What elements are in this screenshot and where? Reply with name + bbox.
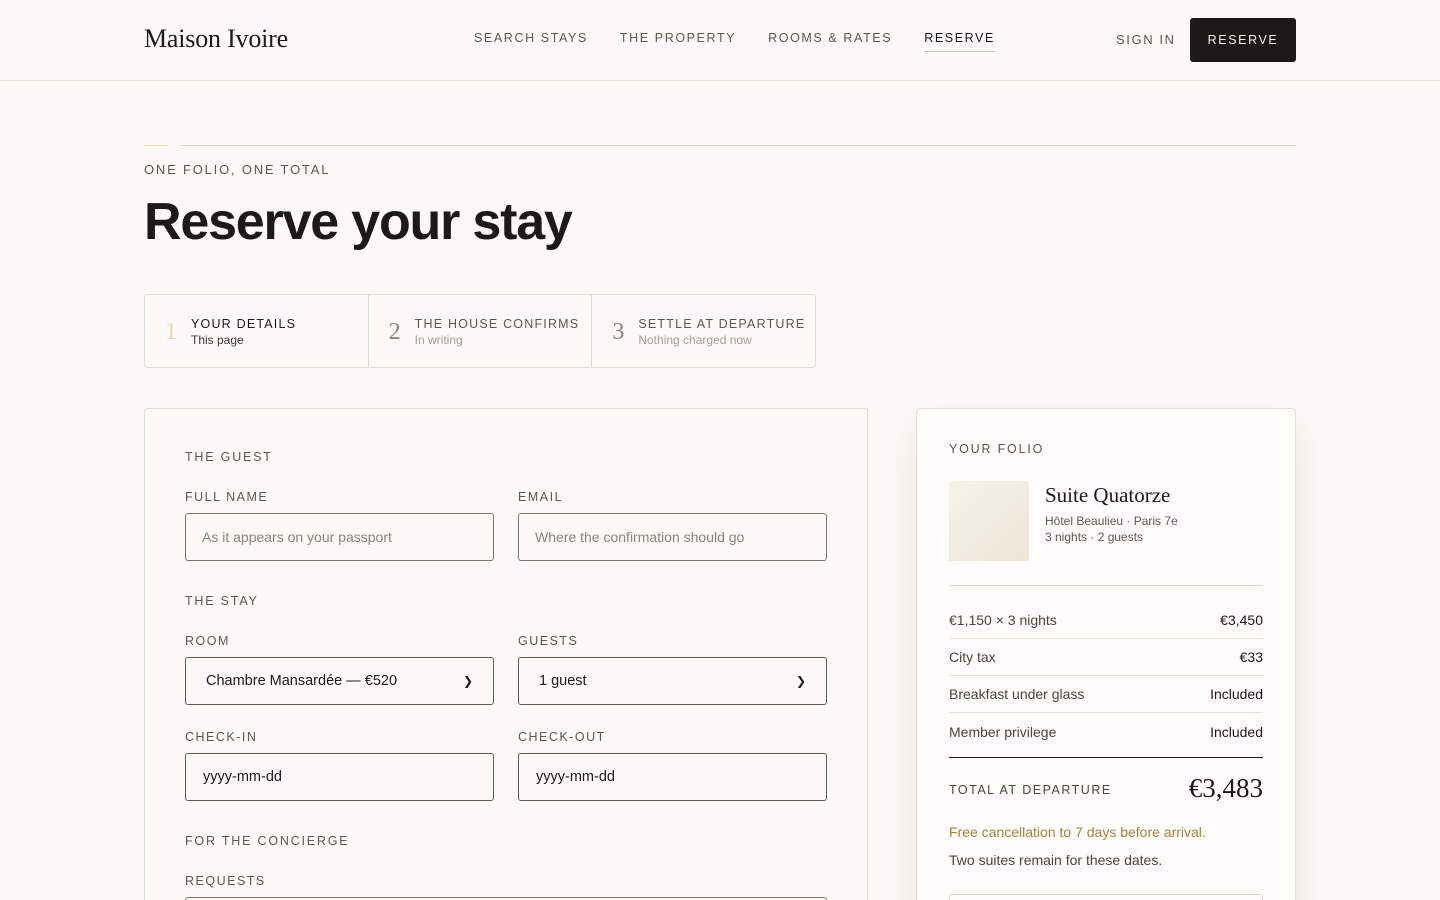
guests-select[interactable]: 1 guest ❯	[518, 657, 827, 705]
top-navigation-bar: Maison Ivoire SEARCH STAYS THE PROPERTY …	[0, 0, 1440, 81]
sign-in-link[interactable]: SIGN IN	[1116, 32, 1176, 47]
suite-hotel: Hôtel Beaulieu · Paris 7e	[1045, 514, 1178, 528]
folio-line-breakfast: Breakfast under glass Included	[949, 676, 1263, 713]
nav-reserve[interactable]: RESERVE	[924, 31, 995, 52]
total-rule	[949, 757, 1263, 758]
step-house-confirms: 2 THE HOUSE CONFIRMS In writing	[369, 295, 593, 367]
folio-eyebrow: YOUR FOLIO	[949, 442, 1045, 456]
email-input[interactable]	[518, 513, 827, 561]
suite-thumbnail	[949, 481, 1029, 561]
suite-stay-summary: 3 nights · 2 guests	[1045, 530, 1144, 544]
line-value: Included	[1210, 686, 1263, 702]
guests-label: GUESTS	[518, 634, 579, 648]
page-title: Reserve your stay	[144, 193, 573, 251]
hero-rule-accent	[144, 145, 168, 146]
full-name-label: FULL NAME	[185, 490, 269, 504]
step-number: 2	[388, 319, 401, 345]
step-number: 1	[165, 319, 177, 345]
room-select-value: Chambre Mansardée — €520	[206, 673, 398, 689]
nav-the-property[interactable]: THE PROPERTY	[620, 31, 736, 52]
brand-logo[interactable]: Maison Ivoire	[144, 24, 288, 54]
check-in-input[interactable]: yyyy-mm-dd	[185, 753, 494, 801]
suite-name: Suite Quatorze	[1045, 483, 1171, 507]
step-label: SETTLE AT DEPARTURE	[638, 317, 806, 331]
requests-label: REQUESTS	[185, 874, 266, 888]
booking-steps: 1 YOUR DETAILS This page 2 THE HOUSE CON…	[144, 294, 816, 368]
line-value: €33	[1239, 649, 1263, 665]
reservation-form: THE GUEST FULL NAME EMAIL THE STAY ROOM …	[144, 408, 868, 900]
folio-line-room: €1,150 × 3 nights €3,450	[949, 602, 1263, 639]
nav-rooms-rates[interactable]: ROOMS & RATES	[768, 31, 892, 52]
line-label: Breakfast under glass	[949, 686, 1085, 702]
step-label: THE HOUSE CONFIRMS	[414, 317, 580, 331]
room-label: ROOM	[185, 634, 230, 648]
check-out-input[interactable]: yyyy-mm-dd	[518, 753, 827, 801]
nav-search-stays[interactable]: SEARCH STAYS	[474, 31, 588, 52]
email-label: EMAIL	[518, 490, 564, 504]
full-name-input[interactable]	[185, 513, 494, 561]
folio-divider	[949, 585, 1263, 586]
step-number: 3	[612, 319, 625, 345]
total-value: €3,483	[1188, 773, 1263, 803]
step-settle-at-departure: 3 SETTLE AT DEPARTURE Nothing charged no…	[592, 295, 815, 367]
check-in-label: CHECK-IN	[185, 730, 258, 744]
hero-eyebrow: ONE FOLIO, ONE TOTAL	[144, 162, 331, 177]
folio-summary: YOUR FOLIO Suite Quatorze Hôtel Beaulieu…	[916, 408, 1296, 900]
step-your-details: 1 YOUR DETAILS This page	[145, 295, 369, 367]
concierge-section-label: FOR THE CONCIERGE	[185, 834, 350, 848]
folio-line-city-tax: City tax €33	[949, 639, 1263, 676]
room-select[interactable]: Chambre Mansardée — €520 ❯	[185, 657, 494, 705]
stay-section-label: THE STAY	[185, 594, 259, 608]
step-sub: This page	[191, 333, 244, 347]
line-value: Included	[1210, 723, 1263, 740]
check-out-label: CHECK-OUT	[518, 730, 606, 744]
check-out-value: yyyy-mm-dd	[536, 769, 615, 785]
guest-section-label: THE GUEST	[185, 450, 273, 464]
step-label: YOUR DETAILS	[191, 317, 297, 331]
chevron-down-icon: ❯	[795, 674, 806, 688]
main-nav: SEARCH STAYS THE PROPERTY ROOMS & RATES …	[474, 31, 995, 52]
chevron-down-icon: ❯	[462, 674, 473, 688]
hero-rule	[180, 145, 1296, 146]
folio-action-box[interactable]	[949, 894, 1263, 900]
total-label: TOTAL AT DEPARTURE	[949, 783, 1112, 797]
cancellation-note: Free cancellation to 7 days before arriv…	[949, 824, 1206, 840]
line-value: €3,450	[1220, 612, 1263, 628]
guests-select-value: 1 guest	[539, 673, 587, 689]
line-label: €1,150 × 3 nights	[949, 612, 1057, 628]
step-sub: In writing	[414, 333, 463, 347]
folio-line-member-privilege: Member privilege Included	[949, 713, 1263, 750]
reserve-button[interactable]: RESERVE	[1190, 18, 1296, 62]
check-in-value: yyyy-mm-dd	[203, 769, 282, 785]
line-label: Member privilege	[949, 723, 1057, 740]
step-sub: Nothing charged now	[638, 333, 752, 347]
availability-note: Two suites remain for these dates.	[949, 852, 1163, 868]
line-label: City tax	[949, 649, 996, 665]
